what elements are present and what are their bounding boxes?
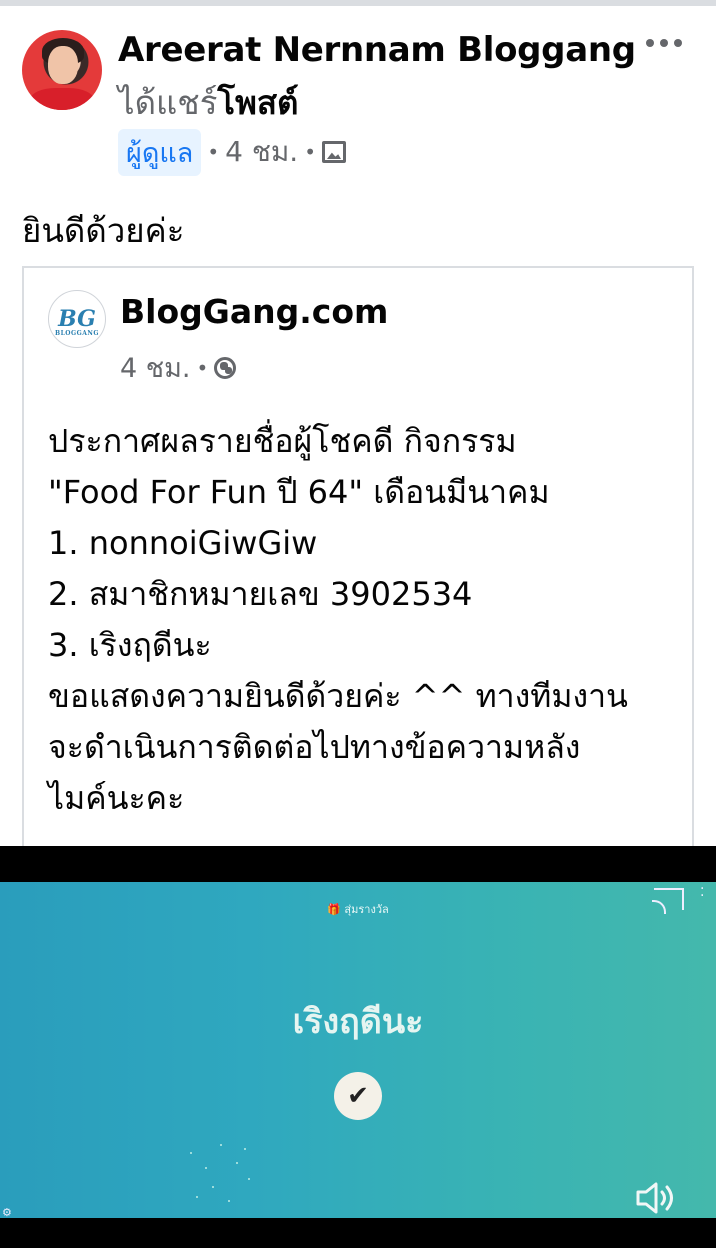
author-avatar[interactable] bbox=[22, 30, 102, 110]
top-divider bbox=[0, 0, 716, 6]
author-name[interactable]: Areerat Nernnam Bloggang bbox=[118, 30, 636, 70]
group-audience-icon bbox=[321, 141, 346, 163]
sparkle bbox=[248, 1178, 250, 1180]
shared-post-link[interactable]: โพสต์ bbox=[217, 83, 298, 122]
video-header: 🎁 สุ่มรางวัล bbox=[0, 900, 716, 918]
body-line: 1. nonnoiGiwGiw bbox=[48, 524, 318, 562]
post-meta: ผู้ดูแล • 4 ชม. • bbox=[118, 128, 346, 176]
video-player[interactable]: 🎁 สุ่มรางวัล · · เริงฤดีนะ ✔ ⚙ bbox=[0, 846, 716, 1248]
shared-post-body: ประกาศผลรายชื่อผู้โชคดี กิจกรรม "Food Fo… bbox=[48, 416, 688, 824]
more-vertical-icon[interactable]: · · bbox=[700, 882, 704, 903]
shared-post-line: ได้แชร์โพสต์ bbox=[118, 76, 298, 129]
check-icon: ✔ bbox=[334, 1072, 382, 1120]
sparkle bbox=[244, 1148, 246, 1150]
page-name[interactable]: BlogGang.com bbox=[120, 292, 388, 331]
gear-icon[interactable]: ⚙ bbox=[2, 1206, 12, 1218]
sparkle bbox=[228, 1200, 230, 1202]
cast-icon[interactable] bbox=[652, 888, 684, 914]
shared-post-card[interactable]: BG BLOGGANG BlogGang.com 4 ชม. • ประกาศผ… bbox=[22, 266, 694, 866]
separator-dot: • bbox=[207, 140, 220, 164]
post-time[interactable]: 4 ชม. bbox=[225, 130, 298, 174]
body-line: 2. สมาชิกหมายเลข 3902534 bbox=[48, 575, 473, 613]
admin-badge[interactable]: ผู้ดูแล bbox=[118, 128, 202, 176]
body-line: ไมค์นะคะ bbox=[48, 779, 185, 817]
globe-icon bbox=[214, 356, 237, 379]
separator-dot: • bbox=[304, 140, 316, 164]
sparkle bbox=[236, 1162, 238, 1164]
shared-post-time[interactable]: 4 ชม. bbox=[120, 346, 190, 389]
logo-text: BG bbox=[58, 306, 96, 332]
gift-icon: 🎁 bbox=[327, 903, 345, 916]
body-line: 3. เริงฤดีนะ bbox=[48, 626, 212, 664]
video-winner-name: เริงฤดีนะ bbox=[292, 1002, 424, 1042]
more-options-icon[interactable] bbox=[646, 36, 682, 50]
post-text: ยินดีด้วยค่ะ bbox=[22, 211, 185, 250]
video-frame[interactable]: 🎁 สุ่มรางวัล · · เริงฤดีนะ ✔ ⚙ bbox=[0, 882, 716, 1218]
avatar-face bbox=[48, 46, 78, 84]
separator-dot: • bbox=[196, 355, 209, 380]
shared-prefix: ได้แชร์ bbox=[118, 83, 218, 122]
sparkle bbox=[220, 1144, 222, 1146]
video-header-label: สุ่มรางวัล bbox=[344, 903, 389, 916]
sparkle bbox=[190, 1152, 192, 1154]
body-line: ประกาศผลรายชื่อผู้โชคดี กิจกรรม bbox=[48, 422, 517, 460]
sparkle bbox=[212, 1186, 214, 1188]
body-line: จะดำเนินการติดต่อไปทางข้อความหลัง bbox=[48, 728, 581, 766]
volume-icon[interactable] bbox=[634, 1180, 680, 1216]
bloggang-logo[interactable]: BG BLOGGANG bbox=[48, 290, 106, 348]
sparkle bbox=[205, 1167, 207, 1169]
sparkle bbox=[196, 1196, 198, 1198]
logo-subtext: BLOGGANG bbox=[55, 330, 100, 337]
body-line: ขอแสดงความยินดีด้วยค่ะ ^^ ทางทีมงาน bbox=[48, 677, 628, 715]
avatar-shirt bbox=[30, 88, 94, 110]
body-line: "Food For Fun ปี 64" เดือนมีนาคม bbox=[48, 473, 550, 511]
shared-post-meta: 4 ชม. • bbox=[120, 346, 237, 389]
